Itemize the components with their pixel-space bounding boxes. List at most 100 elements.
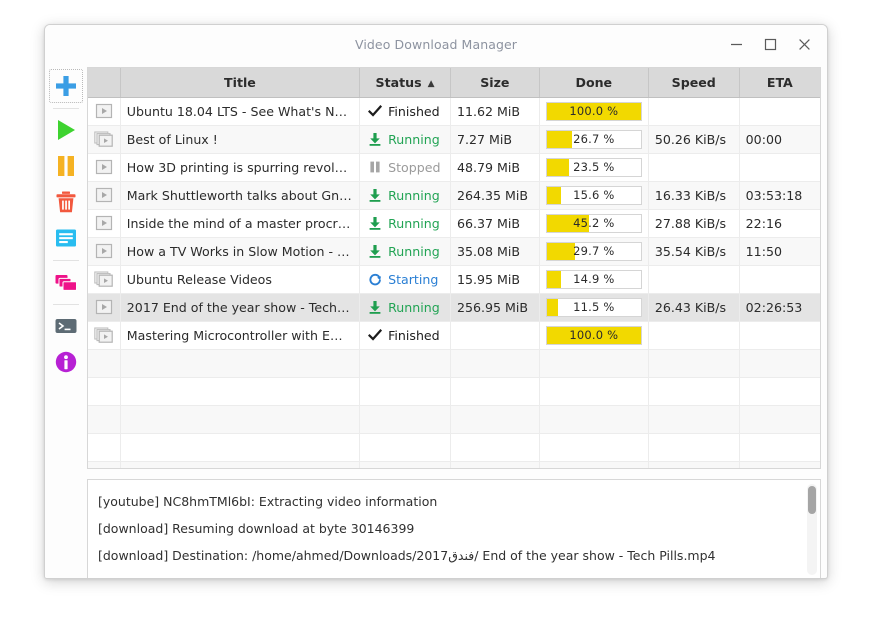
table-row-empty[interactable] xyxy=(88,377,820,406)
progress-bar-label: 45.2 % xyxy=(573,216,615,230)
trash-icon xyxy=(56,191,76,213)
cell-empty xyxy=(88,433,121,462)
table-row[interactable]: Mastering Microcontroller with Em... Fini… xyxy=(88,321,820,350)
cell-title: Mark Shuttleworth talks about Gno... xyxy=(120,181,361,210)
pause-icon xyxy=(370,161,380,173)
pause-download-button[interactable] xyxy=(49,149,83,183)
column-header-title[interactable]: Title xyxy=(120,68,361,98)
table-row[interactable]: How a TV Works in Slow Motion - T... Runn… xyxy=(88,237,820,266)
column-header-size[interactable]: Size xyxy=(450,68,540,98)
progress-bar-label: 100.0 % xyxy=(569,104,619,118)
downloads-table: Title Status ▲ Size Done Speed ETA Ubuntu… xyxy=(88,68,820,468)
cell-empty xyxy=(539,405,649,434)
table-row-empty[interactable] xyxy=(88,405,820,434)
start-download-button[interactable] xyxy=(49,113,83,147)
cell-empty xyxy=(120,433,361,462)
table-row[interactable]: Mark Shuttleworth talks about Gno... Runn… xyxy=(88,181,820,210)
table-row[interactable]: 2017 End of the year show - Tech Pi... Ru… xyxy=(88,293,820,322)
log-scrollbar[interactable] xyxy=(807,484,817,575)
show-log-button[interactable] xyxy=(49,221,83,255)
cell-empty xyxy=(359,405,451,434)
cell-speed: 50.26 KiB/s xyxy=(648,125,740,154)
cell-speed xyxy=(648,321,740,350)
playlist-icon xyxy=(94,130,113,147)
cell-empty xyxy=(648,349,740,378)
cell-empty xyxy=(648,377,740,406)
left-toolbar xyxy=(45,65,87,578)
cell-title: Inside the mind of a master procras... xyxy=(120,209,361,238)
status-label: Running xyxy=(388,243,440,259)
table-body: Ubuntu 18.04 LTS - See What's New... Fini… xyxy=(88,97,820,468)
row-type-icon-cell xyxy=(88,153,121,182)
downloads-table-container[interactable]: Title Status ▲ Size Done Speed ETA Ubuntu… xyxy=(87,67,821,469)
cell-empty xyxy=(120,405,361,434)
column-header-eta[interactable]: ETA xyxy=(739,68,820,98)
table-row-empty[interactable] xyxy=(88,461,820,468)
status-label: Running xyxy=(388,215,440,231)
maximize-button[interactable] xyxy=(753,30,787,60)
status-badge: Starting xyxy=(366,272,444,287)
toolbar-separator xyxy=(53,260,79,261)
table-row-empty[interactable] xyxy=(88,433,820,462)
status-badge: Running xyxy=(366,300,444,315)
maximize-icon xyxy=(764,38,776,51)
row-type-icon xyxy=(88,270,119,288)
column-header-done[interactable]: Done xyxy=(539,68,649,98)
progress-bar-label: 15.6 % xyxy=(573,188,615,202)
column-header-speed[interactable]: Speed xyxy=(648,68,740,98)
table-header-row: Title Status ▲ Size Done Speed ETA xyxy=(88,68,820,98)
cell-empty xyxy=(648,405,740,434)
refresh-icon xyxy=(369,273,382,286)
log-scrollbar-thumb[interactable] xyxy=(808,486,816,514)
table-row[interactable]: Inside the mind of a master procras... Ru… xyxy=(88,209,820,238)
minimize-button[interactable] xyxy=(719,30,753,60)
cell-size: 48.79 MiB xyxy=(450,153,540,182)
video-icon xyxy=(95,243,112,259)
about-button[interactable] xyxy=(49,345,83,379)
table-row[interactable]: Best of Linux ! Running 7.27 MiB 26.7 % 50.2… xyxy=(88,125,820,154)
log-panel[interactable]: [youtube] NC8hmTMl6bI: Extracting video … xyxy=(87,479,821,578)
cell-done: 14.9 % xyxy=(539,265,649,294)
playlist-icon xyxy=(94,326,113,343)
table-row-empty[interactable] xyxy=(88,349,820,378)
cell-size: 7.27 MiB xyxy=(450,125,540,154)
table-row[interactable]: Ubuntu Release Videos Starting 15.95 MiB 14… xyxy=(88,265,820,294)
download-icon xyxy=(369,189,381,202)
table-row[interactable]: Ubuntu 18.04 LTS - See What's New... Fini… xyxy=(88,97,820,126)
batch-download-button[interactable] xyxy=(49,265,83,299)
cell-done: 29.7 % xyxy=(539,237,649,266)
row-type-icon xyxy=(88,187,119,203)
table-row[interactable]: How 3D printing is spurring revolut... St… xyxy=(88,153,820,182)
cell-empty xyxy=(648,461,740,468)
row-type-icon-cell xyxy=(88,97,121,126)
cell-title: How a TV Works in Slow Motion - T... xyxy=(120,237,361,266)
cell-eta xyxy=(739,321,820,350)
delete-download-button[interactable] xyxy=(49,185,83,219)
add-download-button[interactable] xyxy=(49,69,83,103)
cell-done: 15.6 % xyxy=(539,181,649,210)
column-header-icon[interactable] xyxy=(88,68,121,98)
video-download-manager-window: Video Download Manager Title Status ▲ Si… xyxy=(44,24,828,579)
cell-empty xyxy=(450,377,540,406)
progress-bar: 45.2 % xyxy=(545,213,642,233)
cell-empty xyxy=(739,461,820,468)
log-line: [download] Destination: /home/ahmed/Down… xyxy=(98,548,716,563)
progress-bar: 100.0 % xyxy=(545,101,642,121)
close-button[interactable] xyxy=(787,30,821,60)
row-type-icon xyxy=(88,243,119,259)
cell-status: Running xyxy=(359,181,451,210)
column-header-eta-label: ETA xyxy=(766,74,793,90)
cell-done: 100.0 % xyxy=(539,97,649,126)
sort-ascending-icon: ▲ xyxy=(427,78,435,89)
toolbar-separator xyxy=(53,304,79,305)
progress-bar-label: 11.5 % xyxy=(573,300,615,314)
log-line: [download] Resuming download at byte 301… xyxy=(98,521,415,536)
cell-done: 11.5 % xyxy=(539,293,649,322)
minimize-icon xyxy=(730,43,742,46)
progress-bar-label: 100.0 % xyxy=(569,328,619,342)
terminal-button[interactable] xyxy=(49,309,83,343)
cell-status: Running xyxy=(359,293,451,322)
video-icon xyxy=(95,159,112,175)
column-header-status[interactable]: Status ▲ xyxy=(359,68,451,98)
cell-empty xyxy=(539,349,649,378)
